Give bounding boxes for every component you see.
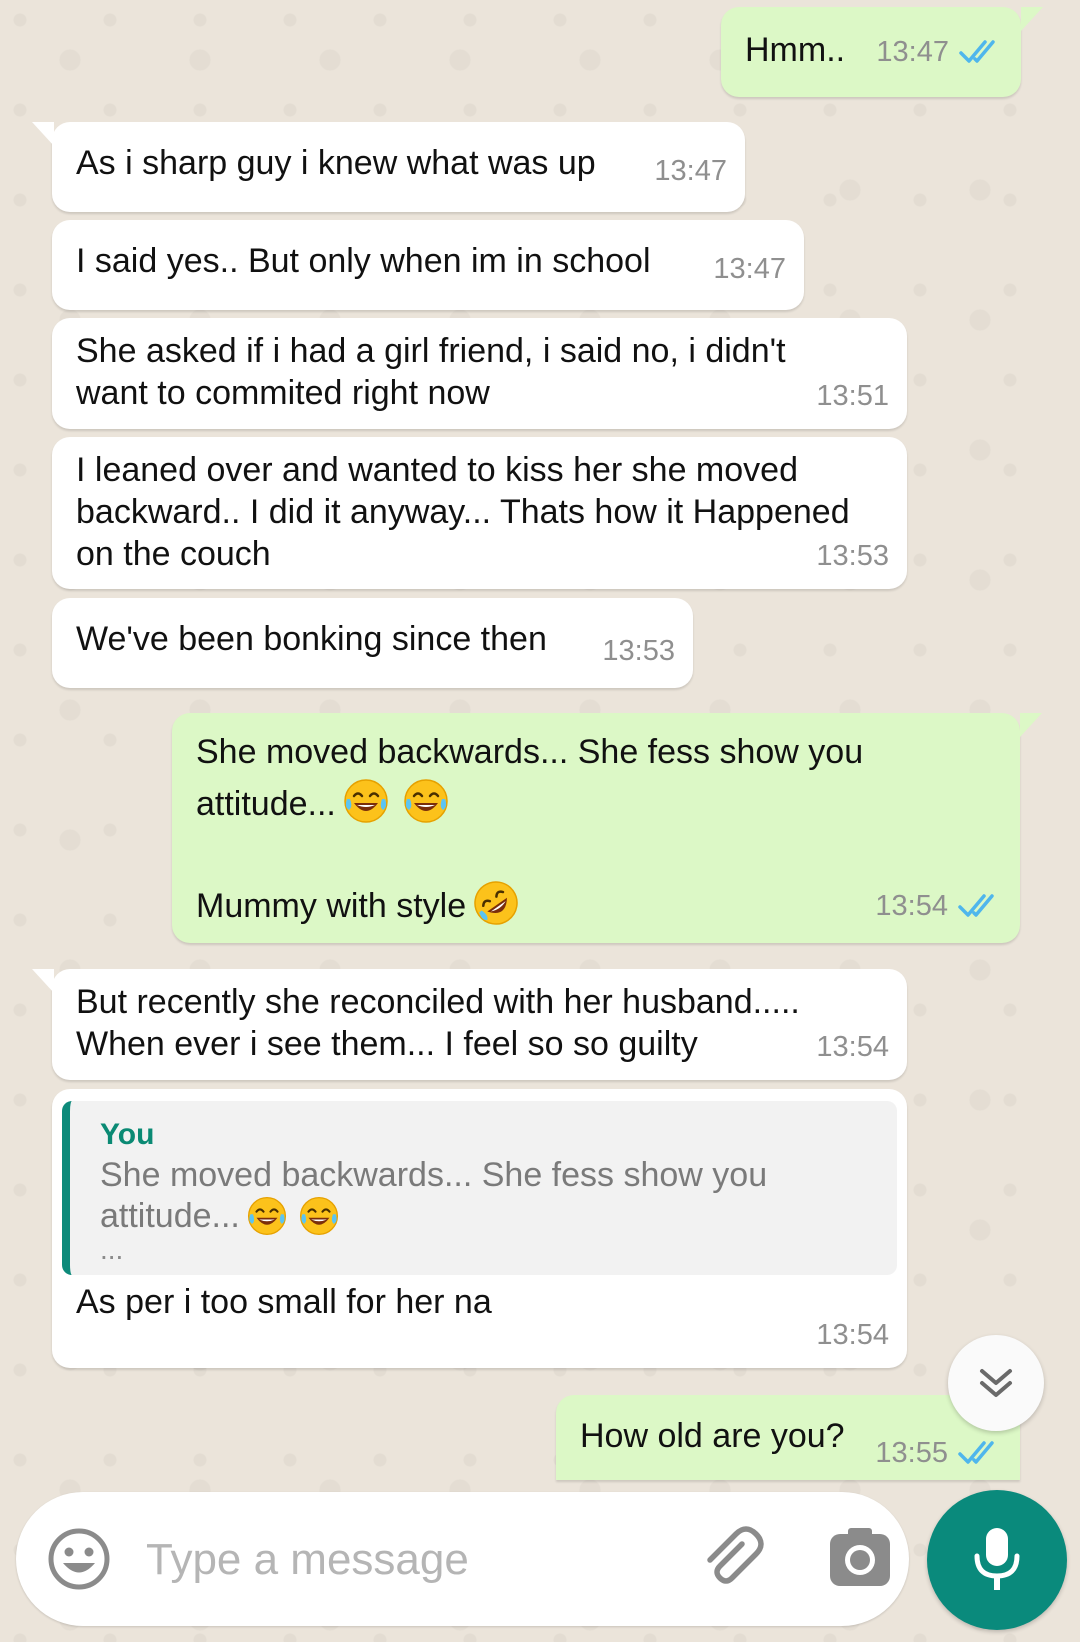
- tears-of-joy-emoji: [298, 1195, 340, 1237]
- message-incoming[interactable]: As i sharp guy i knew what was up 13:47: [32, 122, 745, 212]
- tears-of-joy-emoji: [342, 777, 390, 825]
- quoted-message[interactable]: You She moved backwards... She fess show…: [62, 1101, 897, 1275]
- message-composer: [16, 1492, 909, 1626]
- message-text: As per i too small for her na: [76, 1283, 492, 1321]
- conversation: Hmm.. 13:47 As i sharp guy i knew what w…: [0, 0, 1080, 1642]
- microphone-button[interactable]: [927, 1490, 1067, 1630]
- message-text: I leaned over and wanted to kiss her she…: [76, 451, 850, 573]
- quote-text-line: She moved backwards... She fess show you: [100, 1156, 768, 1194]
- message-text: But recently she reconciled with her hus…: [76, 983, 800, 1063]
- message-time: 13:47: [713, 253, 786, 285]
- quote-text-line: attitude...: [100, 1195, 877, 1237]
- camera-icon[interactable]: [828, 1528, 892, 1590]
- message-incoming[interactable]: But recently she reconciled with her hus…: [32, 969, 907, 1080]
- message-time: 13:51: [816, 380, 889, 412]
- message-incoming[interactable]: We've been bonking since then 13:53: [52, 598, 693, 688]
- message-text: We've been bonking since then: [76, 620, 547, 658]
- message-input[interactable]: [144, 1526, 628, 1594]
- message-incoming[interactable]: She asked if i had a girl friend, i said…: [52, 318, 907, 429]
- message-text: She moved backwards... She fess show you: [196, 733, 864, 771]
- rofl-emoji: [472, 879, 520, 927]
- paperclip-icon[interactable]: [696, 1522, 766, 1592]
- scroll-to-bottom-button[interactable]: [948, 1335, 1044, 1431]
- message-outgoing[interactable]: She moved backwards... She fess show you…: [172, 713, 1042, 943]
- double-check-icon: [958, 892, 1002, 920]
- message-time: 13:53: [602, 635, 675, 667]
- message-text: As i sharp guy i knew what was up: [76, 144, 596, 182]
- message-time: 13:54: [875, 890, 948, 922]
- message-time: 13:54: [816, 1031, 889, 1063]
- message-text: She asked if i had a girl friend, i said…: [76, 332, 786, 412]
- smiley-icon[interactable]: [46, 1526, 112, 1592]
- message-outgoing[interactable]: Hmm.. 13:47: [721, 7, 1043, 97]
- message-incoming[interactable]: I said yes.. But only when im in school …: [52, 220, 804, 310]
- message-text-line: attitude...: [196, 777, 998, 829]
- quote-author: You: [100, 1118, 155, 1151]
- message-time: 13:55: [875, 1437, 948, 1469]
- message-outgoing[interactable]: How old are you? 13:55: [556, 1395, 1042, 1480]
- message-time: 13:47: [654, 155, 727, 187]
- quote-more: ...: [100, 1234, 124, 1265]
- tears-of-joy-emoji: [246, 1195, 288, 1237]
- message-time: 13:53: [816, 540, 889, 572]
- message-incoming-reply[interactable]: You She moved backwards... She fess show…: [52, 1089, 907, 1368]
- tears-of-joy-emoji: [402, 777, 450, 825]
- message-time: 13:47: [876, 36, 949, 68]
- double-check-icon: [959, 38, 1003, 66]
- message-time: 13:54: [816, 1319, 889, 1351]
- message-incoming[interactable]: I leaned over and wanted to kiss her she…: [52, 437, 907, 589]
- double-chevron-down-icon: [980, 1369, 1012, 1397]
- double-check-icon: [958, 1439, 1002, 1467]
- microphone-icon: [974, 1528, 1020, 1590]
- message-text: I said yes.. But only when im in school: [76, 242, 651, 280]
